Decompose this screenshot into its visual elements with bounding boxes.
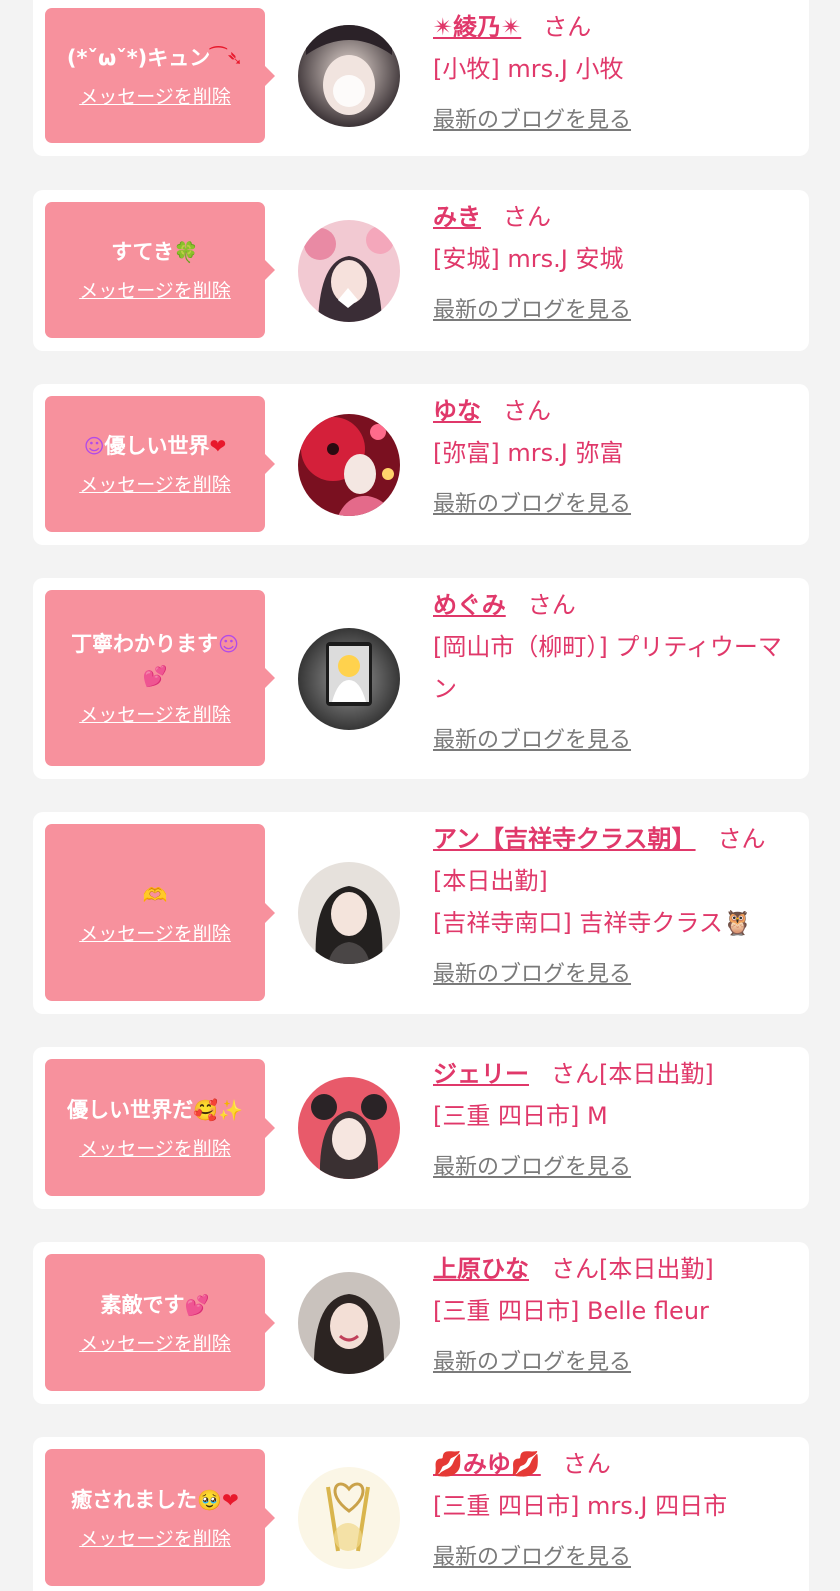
latest-blog-link[interactable]: 最新のブログを見る: [433, 1537, 631, 1579]
pleading-heart-icon: 🥹❤: [197, 1487, 239, 1512]
honorific: さん: [551, 1060, 599, 1088]
delete-message-link[interactable]: メッセージを削除: [79, 472, 231, 498]
avatar[interactable]: [298, 1272, 400, 1374]
honorific: さん: [527, 591, 576, 619]
avatar[interactable]: [298, 414, 400, 516]
avatar[interactable]: [298, 220, 400, 322]
delete-message-link[interactable]: メッセージを削除: [79, 1331, 231, 1357]
message-bubble: 癒されました🥹❤ メッセージを削除: [45, 1449, 275, 1586]
message-bubble: すてき🍀 メッセージを削除: [45, 202, 275, 338]
girl-name-link[interactable]: めぐみ: [433, 591, 506, 619]
message-bubble: 素敵です💕 メッセージを削除: [45, 1254, 275, 1391]
arrow-heart-icon: ⁀➴: [210, 45, 244, 70]
list-item: 素敵です💕 メッセージを削除 上原ひな さん[本日出勤] [三重 四日市] Bel…: [33, 1242, 809, 1404]
list-item: 優しい世界だ🥰✨ メッセージを削除 ジェリー さん[本日出勤] [三重 四日市] …: [33, 1047, 809, 1209]
honorific: さん: [717, 825, 766, 853]
girl-name-link[interactable]: ✴綾乃✴: [433, 13, 521, 41]
two-hearts-icon: 💕: [184, 1292, 210, 1317]
latest-blog-link[interactable]: 最新のブログを見る: [433, 290, 631, 332]
honorific: さん: [503, 203, 551, 231]
message-text: 素敵です💕: [100, 1292, 210, 1317]
shop-name: [吉祥寺南口] 吉祥寺クラス🦉: [433, 909, 753, 937]
girl-info: みき さん [安城] mrs.J 安城 最新のブログを見る: [433, 196, 789, 332]
message-list: (*ˇωˇ*)キュン⁀➴ メッセージを削除 ✴綾乃✴ さん [小牧] mrs.J …: [0, 0, 840, 1591]
attendance-status: [本日出勤]: [599, 1255, 714, 1283]
girl-info: めぐみ さん [岡山市（柳町）] プリティウーマン 最新のブログを見る: [433, 584, 789, 762]
shop-name: [安城] mrs.J 安城: [433, 245, 624, 273]
latest-blog-link[interactable]: 最新のブログを見る: [433, 720, 631, 762]
girl-name-link[interactable]: ゆな: [433, 397, 481, 425]
message-bubble: 🫶 メッセージを削除: [45, 824, 275, 1001]
list-item: すてき🍀 メッセージを削除 みき さん [安城] mrs.J 安城 最新のブログを…: [33, 190, 809, 351]
smile-icon: ☺: [83, 434, 105, 458]
message-text: 🫶: [143, 879, 168, 911]
shop-name: [岡山市（柳町）] プリティウーマン: [433, 633, 782, 703]
avatar[interactable]: [298, 628, 400, 730]
girl-name-link[interactable]: 上原ひな: [433, 1255, 529, 1283]
heart-icon: ❤: [209, 434, 227, 458]
girl-name-link[interactable]: 💋みゆ💋: [433, 1450, 541, 1478]
smile-icon: ☺: [218, 632, 239, 656]
latest-blog-link[interactable]: 最新のブログを見る: [433, 1147, 631, 1189]
list-item: (*ˇωˇ*)キュン⁀➴ メッセージを削除 ✴綾乃✴ さん [小牧] mrs.J …: [33, 0, 809, 156]
message-bubble: 優しい世界だ🥰✨ メッセージを削除: [45, 1059, 275, 1196]
avatar[interactable]: [298, 1467, 400, 1569]
girl-info: 💋みゆ💋 さん [三重 四日市] mrs.J 四日市 最新のブログを見る: [433, 1443, 789, 1579]
attendance-status: [本日出勤]: [433, 867, 548, 895]
girl-info: ✴綾乃✴ さん [小牧] mrs.J 小牧 最新のブログを見る: [433, 6, 789, 142]
honorific: さん: [543, 13, 592, 41]
girl-info: ジェリー さん[本日出勤] [三重 四日市] M 最新のブログを見る: [433, 1053, 789, 1189]
shop-name: [三重 四日市] Belle fleur: [433, 1297, 709, 1325]
list-item: 丁寧わかります☺ 💕 メッセージを削除 めぐみ さん [岡山市（柳町）] プリティ…: [33, 578, 809, 779]
list-item: 🫶 メッセージを削除 アン【吉祥寺クラス朝】 さん [本日出勤] [吉祥寺南口] …: [33, 812, 809, 1014]
message-bubble: ☺優しい世界❤ メッセージを削除: [45, 396, 275, 532]
message-text: 丁寧わかります☺: [71, 632, 239, 656]
message-text: ☺優しい世界❤: [83, 434, 227, 458]
attendance-status: [本日出勤]: [599, 1060, 714, 1088]
message-bubble: 丁寧わかります☺ 💕 メッセージを削除: [45, 590, 275, 766]
delete-message-link[interactable]: メッセージを削除: [79, 921, 231, 947]
delete-message-link[interactable]: メッセージを削除: [79, 1136, 231, 1162]
shop-name: [三重 四日市] M: [433, 1102, 608, 1130]
list-item: 癒されました🥹❤ メッセージを削除 💋みゆ💋 さん [三重 四日市] mrs.J …: [33, 1437, 809, 1591]
girl-info: ゆな さん [弥富] mrs.J 弥富 最新のブログを見る: [433, 390, 789, 526]
girl-name-link[interactable]: みき: [433, 203, 481, 231]
clover-icon: 🍀: [173, 240, 199, 264]
delete-message-link[interactable]: メッセージを削除: [79, 84, 231, 110]
avatar[interactable]: [298, 862, 400, 964]
latest-blog-link[interactable]: 最新のブログを見る: [433, 484, 631, 526]
smiling-hearts-sparkles-icon: 🥰✨: [193, 1097, 243, 1122]
girl-info: アン【吉祥寺クラス朝】 さん [本日出勤] [吉祥寺南口] 吉祥寺クラス🦉 最新の…: [433, 818, 789, 996]
avatar[interactable]: [298, 1077, 400, 1179]
hearts-icon: 💕: [142, 664, 168, 688]
shop-name: [弥富] mrs.J 弥富: [433, 439, 624, 467]
message-bubble: (*ˇωˇ*)キュン⁀➴ メッセージを削除: [45, 8, 275, 143]
latest-blog-link[interactable]: 最新のブログを見る: [433, 1342, 631, 1384]
delete-message-link[interactable]: メッセージを削除: [79, 278, 231, 304]
honorific: さん: [562, 1450, 611, 1478]
delete-message-link[interactable]: メッセージを削除: [79, 1526, 231, 1552]
message-text: すてき🍀: [111, 240, 199, 264]
honorific: さん: [551, 1255, 599, 1283]
latest-blog-link[interactable]: 最新のブログを見る: [433, 100, 631, 142]
avatar[interactable]: [298, 25, 400, 127]
latest-blog-link[interactable]: 最新のブログを見る: [433, 954, 631, 996]
girl-name-link[interactable]: アン【吉祥寺クラス朝】: [433, 825, 696, 853]
shop-name: [三重 四日市] mrs.J 四日市: [433, 1492, 728, 1520]
honorific: さん: [503, 397, 551, 425]
delete-message-link[interactable]: メッセージを削除: [79, 702, 231, 728]
message-text: 癒されました🥹❤: [71, 1487, 239, 1512]
shop-name: [小牧] mrs.J 小牧: [433, 55, 624, 83]
girl-info: 上原ひな さん[本日出勤] [三重 四日市] Belle fleur 最新のブログ…: [433, 1248, 789, 1384]
message-text: 優しい世界だ🥰✨: [67, 1097, 243, 1122]
list-item: ☺優しい世界❤ メッセージを削除 ゆな さん [弥富] mrs.J 弥富 最新のブ…: [33, 384, 809, 545]
girl-name-link[interactable]: ジェリー: [433, 1060, 529, 1088]
heart-hands-icon: 🫶: [142, 882, 168, 907]
message-text-line2: 💕: [143, 660, 168, 692]
message-text: (*ˇωˇ*)キュン⁀➴: [66, 45, 244, 70]
